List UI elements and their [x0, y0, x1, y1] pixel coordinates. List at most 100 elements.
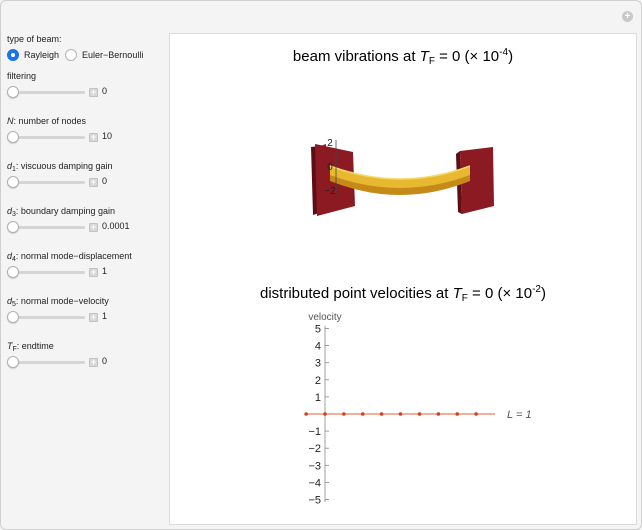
slider-label: TF: endtime [7, 340, 167, 353]
slider-track[interactable] [11, 316, 85, 319]
velocity-point [304, 412, 308, 416]
plot-title: beam vibrations at TF = 0 (× 10-4) [293, 47, 513, 67]
slider-value: 0 [102, 86, 108, 96]
title-text: = 0 (× 10 [435, 48, 499, 65]
expand-plus-icon[interactable]: + [89, 223, 98, 232]
velocity-point [417, 412, 422, 416]
y-tick-label: −3 [308, 460, 321, 472]
slider-track[interactable] [11, 361, 85, 364]
label-text: : normal mode−displacement [15, 251, 132, 261]
slider[interactable]: +0.0001 [7, 220, 167, 234]
label-text: : boundary damping gain [15, 206, 115, 216]
y-tick-label: −2 [308, 443, 321, 455]
tick-text: −3 [308, 460, 321, 472]
demonstration-frame: + type of beam: Rayleigh Euler−Bernoulli… [0, 0, 642, 530]
label-text: : viscuous damping gain [15, 161, 113, 171]
slider-track[interactable] [11, 136, 85, 139]
y-axis-label: velocity [308, 312, 341, 323]
slider-thumb[interactable] [7, 266, 19, 278]
slider-track[interactable] [11, 271, 85, 274]
plus-icon[interactable]: + [622, 11, 633, 22]
tick-text: −5 [308, 495, 321, 507]
tick-text: −1 [308, 426, 321, 438]
expand-plus-icon[interactable]: + [89, 133, 98, 142]
slider-label: d5: normal mode−velocity [7, 295, 167, 308]
slider[interactable]: +1 [7, 310, 167, 324]
radio-selected-icon[interactable] [7, 49, 19, 61]
velocity-point [323, 412, 327, 416]
tick-text: 3 [315, 358, 321, 370]
slider-value: 0 [102, 176, 108, 186]
y-tick-label: 1 [315, 392, 321, 404]
slider-thumb[interactable] [7, 86, 19, 98]
tick-text: 0 [327, 162, 333, 173]
tick-text: 1 [315, 392, 321, 404]
y-tick-label: 5 [315, 324, 321, 336]
tick-text: 2 [327, 138, 333, 149]
y-tick-label: 3 [315, 358, 321, 370]
slider-label: N: number of nodes [7, 115, 167, 127]
title-text: distributed point velocities at [260, 285, 453, 302]
slider-track[interactable] [11, 226, 85, 229]
slider-label: d3: boundary damping gain [7, 205, 167, 218]
slider-label: d4: normal mode−displacement [7, 250, 167, 263]
y-tick-label: −1 [308, 426, 321, 438]
slider-thumb[interactable] [7, 131, 19, 143]
control-panel: type of beam: Rayleigh Euler−Bernoulli f… [7, 33, 167, 385]
radio-label: Euler−Bernoulli [82, 50, 144, 60]
velocity-point [436, 412, 441, 416]
slider-thumb[interactable] [7, 176, 19, 188]
slider-value: 1 [102, 311, 108, 321]
slider-value: 10 [102, 131, 113, 141]
label-text: : number of nodes [13, 116, 87, 126]
slider-thumb[interactable] [7, 356, 19, 368]
tick-text: 5 [315, 324, 321, 336]
slider[interactable]: +10 [7, 130, 167, 144]
slider[interactable]: +1 [7, 265, 167, 279]
axis-tick-label: −2 [324, 186, 336, 197]
title-text: beam vibrations at [293, 48, 420, 65]
velocity-point [360, 412, 365, 416]
tick-text: 4 [315, 341, 321, 353]
ylabel-text: velocity [308, 312, 341, 323]
x-axis-label: L = 1 [507, 409, 532, 421]
output-graphics: beam vibrations at TF = 0 (× 10-4) 2 0 −2 di… [260, 47, 546, 507]
slider-thumb[interactable] [7, 311, 19, 323]
tick-text: −2 [308, 443, 321, 455]
label-text: : normal mode−velocity [15, 296, 109, 306]
y-tick-label: −5 [308, 495, 321, 507]
beam-type-label: type of beam: [7, 34, 62, 44]
slider[interactable]: +0 [7, 85, 167, 99]
y-tick-label: 4 [315, 341, 321, 353]
expand-plus-icon[interactable]: + [89, 358, 98, 367]
slider-track[interactable] [11, 181, 85, 184]
velocity-point [455, 412, 460, 416]
label-text: : endtime [16, 341, 54, 351]
xlabel-text: L = 1 [507, 409, 532, 421]
expand-plus-icon[interactable]: + [89, 178, 98, 187]
slider-label: filtering [7, 70, 167, 82]
slider-label: d1: viscuous damping gain [7, 160, 167, 173]
axis-tick-label: 0 [327, 162, 333, 173]
slider-value: 0 [102, 356, 108, 366]
velocity-point [379, 412, 384, 416]
expand-plus-icon[interactable]: + [89, 313, 98, 322]
velocity-point [398, 412, 403, 416]
expand-plus-icon[interactable]: + [89, 88, 98, 97]
y-tick-label: −4 [308, 477, 321, 489]
slider-value: 0.0001 [102, 221, 130, 231]
beam-type-radio-group: Rayleigh Euler−Bernoulli [7, 49, 167, 61]
slider-thumb[interactable] [7, 221, 19, 233]
plot-title: distributed point velocities at TF = 0 (… [260, 284, 546, 304]
radio-rayleigh[interactable]: Rayleigh [7, 49, 59, 61]
output-display: beam vibrations at TF = 0 (× 10-4) 2 0 −2 di… [169, 33, 637, 525]
slider-track[interactable] [11, 91, 85, 94]
radio-euler-bernoulli[interactable]: Euler−Bernoulli [65, 49, 143, 61]
radio-unselected-icon[interactable] [65, 49, 78, 61]
slider-value: 1 [102, 266, 108, 276]
slider[interactable]: +0 [7, 175, 167, 189]
slider[interactable]: +0 [7, 355, 167, 369]
title-text: = 0 (× 10 [468, 285, 532, 302]
radio-label: Rayleigh [24, 50, 60, 60]
expand-plus-icon[interactable]: + [89, 268, 98, 277]
